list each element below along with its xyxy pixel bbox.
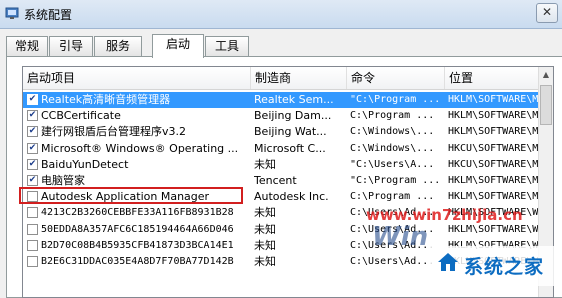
cell-location: HKLM\SOFTWARE\M [448, 175, 539, 186]
table-row[interactable]: ✔ BaiduYunDetect 未知 "C:\Users\A... HKCU\SOFT… [23, 157, 543, 173]
windows-logo-watermark: Win [372, 222, 429, 252]
title-bar[interactable]: 系统配置 ✕ [0, 0, 562, 29]
table-row[interactable]: ✔ Realtek高清晰音频管理器 Realtek Sem... "C:\Progra… [23, 92, 543, 108]
window-title: 系统配置 [24, 8, 73, 22]
cell-startup-item: B2E6C31DDAC035E4A8D7F70BA77D142B [41, 256, 234, 267]
tab-services[interactable]: 服务 [94, 36, 142, 57]
cell-manufacturer: Microsoft C... [254, 141, 326, 155]
startup-checkbox[interactable]: ✔ [27, 142, 38, 154]
startup-checkbox[interactable] [27, 223, 38, 235]
cell-manufacturer: Beijing Wat... [254, 125, 327, 139]
table-row[interactable]: ✔ Microsoft® Windows® Operating ... Micros… [23, 141, 543, 157]
house-logo-icon [438, 253, 458, 271]
cell-location: HKCU\SOFTWARE\M [448, 142, 539, 154]
cell-manufacturer: 未知 [254, 255, 276, 268]
cell-startup-item: Realtek高清晰音频管理器 [41, 93, 171, 106]
cell-startup-item: B2D70C08B4B5935CFB41873D3BCA14E1 [41, 239, 234, 251]
cell-startup-item: Microsoft® Windows® Operating ... [41, 141, 239, 155]
cell-location: HKLM\SOFTWARE\M [448, 191, 539, 203]
cell-manufacturer: Realtek Sem... [254, 93, 334, 106]
cell-manufacturer: 未知 [254, 222, 276, 236]
tab-startup[interactable]: 启动 [152, 34, 204, 58]
startup-checkbox[interactable]: ✔ [27, 175, 38, 186]
cell-manufacturer: 未知 [254, 238, 276, 252]
tab-boot[interactable]: 引导 [49, 36, 93, 57]
cell-command: C:\Windows\... [350, 126, 435, 138]
column-header-command[interactable]: 命令 [347, 67, 445, 89]
startup-checkbox[interactable] [27, 207, 38, 219]
scroll-thumb[interactable] [540, 85, 552, 125]
cell-command: C:\Program ... [350, 191, 435, 203]
startup-checkbox[interactable]: ✔ [27, 94, 38, 105]
system-config-icon [5, 7, 19, 19]
cell-startup-item: 50EDDA8A357AFC6C185194464A66D046 [41, 223, 234, 235]
cell-command: "C:\Program ... [350, 94, 441, 105]
startup-checkbox[interactable]: ✔ [27, 110, 38, 122]
scroll-up-arrow-icon[interactable]: ▲ [539, 67, 553, 83]
list-header: 启动项目 制造商 命令 位置 [23, 67, 553, 90]
column-header-startup-item[interactable]: 启动项目 [23, 67, 251, 89]
cell-location: HKLM\SOFTWARE\M [448, 126, 539, 138]
startup-checkbox[interactable]: ✔ [27, 158, 38, 170]
table-row[interactable]: ✔ 建行网银盾后台管理程序v3.2 Beijing Wat... C:\Windows… [23, 124, 543, 140]
cell-startup-item: BaiduYunDetect [41, 157, 129, 171]
cell-location: HKLM\SOFTWARE\M [448, 94, 539, 105]
startup-checkbox[interactable] [27, 256, 38, 267]
cell-startup-item: 建行网银盾后台管理程序v3.2 [41, 125, 187, 139]
brand-name: 系统之家 [464, 256, 545, 278]
table-row[interactable]: ✔ CCBCertificate Beijing Dam... C:\Program … [23, 108, 543, 124]
cell-location: HKCU\SOFTWARE\M [448, 158, 539, 170]
column-header-location[interactable]: 位置 [445, 67, 541, 89]
cell-command: "C:\Users\A... [350, 158, 435, 170]
cell-startup-item: 4213C2B3260CEBBFE33A116FB8931B28 [41, 207, 234, 219]
cell-manufacturer: Autodesk Inc. [254, 190, 329, 204]
cell-location: HKLM\SOFTWARE\M [448, 110, 539, 122]
cell-command: C:\Windows\... [350, 142, 435, 154]
startup-checkbox[interactable] [27, 239, 38, 251]
close-button[interactable]: ✕ [536, 3, 558, 23]
cell-manufacturer: 未知 [254, 157, 276, 171]
cell-manufacturer: 未知 [254, 206, 276, 220]
cell-manufacturer: Tencent [254, 174, 297, 187]
column-header-manufacturer[interactable]: 制造商 [251, 67, 347, 89]
tab-general[interactable]: 常规 [6, 36, 48, 57]
startup-checkbox[interactable]: ✔ [27, 126, 38, 138]
cell-manufacturer: Beijing Dam... [254, 109, 332, 123]
cell-command: "C:\Program ... [350, 175, 441, 186]
cell-command: C:\Program ... [350, 110, 435, 122]
cell-startup-item: CCBCertificate [41, 109, 121, 123]
highlight-box [19, 187, 243, 204]
tab-tools[interactable]: 工具 [205, 36, 249, 57]
